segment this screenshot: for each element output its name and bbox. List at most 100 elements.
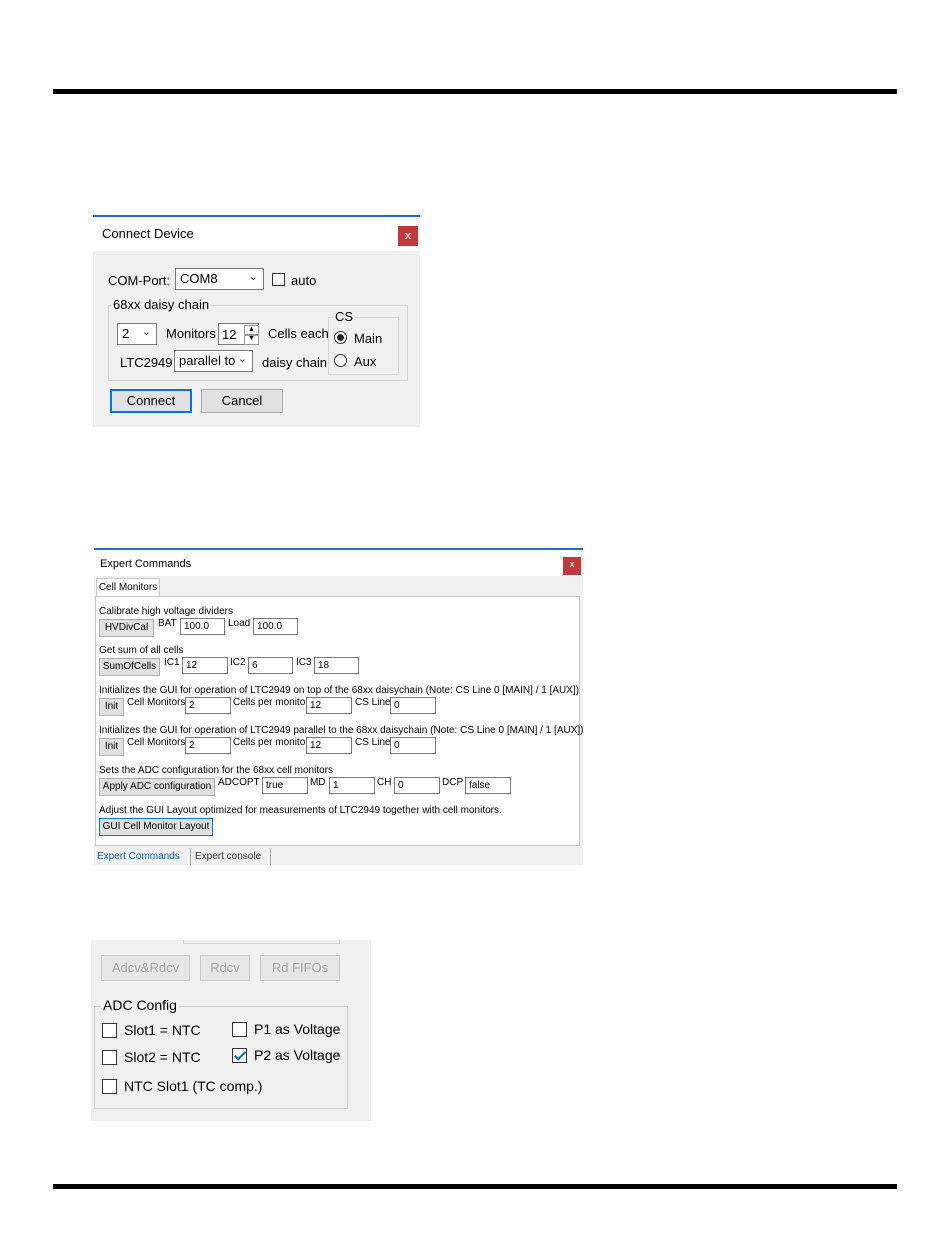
md-label: MD [310,777,326,788]
ch-label: CH [377,777,392,788]
init-parallel-button[interactable]: Init [99,738,124,756]
p1-voltage-checkbox[interactable] [232,1022,247,1037]
auto-checkbox[interactable] [272,273,285,286]
bat-field[interactable]: 100.0 [180,618,225,635]
ltc-label: LTC2949 [120,355,173,370]
cs-main-label: Main [354,331,383,346]
cell-monitors-field[interactable]: 2 [185,737,231,754]
slot2-ntc-checkbox[interactable] [102,1050,117,1065]
init-top-button[interactable]: Init [99,698,124,716]
p2-voltage-label: P2 as Voltage [254,1047,341,1063]
daisy-chain-label: daisy chain [262,355,328,370]
com-port-value: COM8 [180,271,218,286]
ic1-label: IC1 [164,657,180,668]
ntc-slot1-tc-label: NTC Slot1 (TC comp.) [124,1078,263,1094]
adc-panel: Adcv&Rdcv Rdcv Rd FIFOs ADC Config Slot1… [91,940,371,1121]
chevron-down-icon: ⌄ [141,326,151,338]
ltc-mode-value: parallel to [179,353,236,368]
init-parallel-desc: Initializes the GUI for operation of LTC… [99,725,584,736]
monitors-label: Monitors [166,326,216,341]
slot1-ntc-label: Slot1 = NTC [124,1022,201,1038]
cells-value: 12 [222,327,237,342]
dialog-title: Connect Device [102,226,194,241]
p1-voltage-label: P1 as Voltage [254,1021,341,1037]
cs-main-radio[interactable] [334,331,347,344]
slot2-ntc-label: Slot2 = NTC [124,1049,201,1065]
chevron-down-icon: ⌄ [237,353,247,365]
adcv-rdcv-button[interactable]: Adcv&Rdcv [101,955,190,981]
slot1-ntc-checkbox[interactable] [102,1023,117,1038]
cs-aux-radio[interactable] [334,354,347,367]
cancel-button[interactable]: Cancel [201,389,283,413]
cell-monitors-field[interactable]: 2 [185,697,231,714]
cs-aux-label: Aux [354,354,377,369]
cells-per-monitor-field[interactable]: 12 [306,697,352,714]
dcp-field[interactable]: false [465,777,511,794]
com-port-select[interactable]: COM8 ⌄ [175,268,264,290]
cs-line-label: CS Line [355,737,391,748]
bottom-tabs: Expert Commands Expert console [94,848,583,867]
tab-divider [190,849,191,865]
com-port-label: COM-Port: [108,273,171,288]
ntc-slot1-tc-checkbox[interactable] [102,1079,117,1094]
bat-label: BAT [158,618,177,629]
connect-button[interactable]: Connect [110,389,192,413]
close-icon[interactable]: x [563,557,581,575]
hvdivcal-button[interactable]: HVDivCal [99,619,154,637]
monitors-select[interactable]: 2 ⌄ [117,323,157,345]
titlebar: Expert Commands x [94,550,581,576]
adcopt-label: ADCOPT [218,777,260,788]
ic3-label: IC3 [296,657,312,668]
adc-config-label: ADC Config [101,997,179,1013]
gui-cell-monitor-layout-button[interactable]: GUI Cell Monitor Layout [99,818,213,836]
titlebar: Connect Device x [93,217,418,251]
layout-desc: Adjust the GUI Layout optimized for meas… [99,805,502,816]
cells-per-monitor-field[interactable]: 12 [306,737,352,754]
cell-monitors-pane: Calibrate high voltage dividers HVDivCal… [95,596,584,846]
ic2-label: IC2 [230,657,246,668]
adcopt-field[interactable]: true [262,777,308,794]
close-icon[interactable]: x [398,226,418,246]
cs-line-field[interactable]: 0 [390,697,436,714]
connect-device-dialog: Connect Device x COM-Port: COM8 ⌄ auto 6… [93,215,420,427]
expert-commands-dialog: Expert Commands x Cell Monitors Calibrat… [94,548,584,867]
apply-adc-button[interactable]: Apply ADC configuration [99,778,215,796]
cs-group-label: CS [333,309,356,324]
dcp-label: DCP [442,777,464,788]
tab-divider [270,849,271,865]
cell-monitors-label: Cell Monitors [127,697,186,708]
ltc-mode-select[interactable]: parallel to ⌄ [174,350,253,372]
hvdiv-desc: Calibrate high voltage dividers [99,606,233,617]
ic2-field[interactable]: 6 [248,657,293,674]
rdcv-button[interactable]: Rdcv [200,955,250,981]
init-top-desc: Initializes the GUI for operation of LTC… [99,685,580,696]
cells-each-label: Cells each [268,326,329,341]
tab-cell-monitors[interactable]: Cell Monitors [96,578,160,597]
dialog-title: Expert Commands [100,558,192,570]
spin-down-icon[interactable]: ▼ [244,334,259,345]
sum-desc: Get sum of all cells [99,645,184,656]
tab-expert-commands[interactable]: Expert Commands [97,848,180,865]
cell-monitors-label: Cell Monitors [127,737,186,748]
p2-voltage-checkbox[interactable] [232,1048,247,1063]
tab-expert-console[interactable]: Expert console [195,848,261,865]
cells-per-monitor-label: Cells per monitor [233,697,309,708]
sumofcells-button[interactable]: SumOfCells [99,658,160,676]
top-rule [53,89,897,94]
bottom-rule [53,1184,897,1189]
cs-line-field[interactable]: 0 [390,737,436,754]
auto-label: auto [291,273,317,288]
ch-field[interactable]: 0 [394,777,440,794]
load-field[interactable]: 100.0 [253,618,298,635]
chevron-down-icon: ⌄ [248,271,258,283]
load-label: Load [228,618,251,629]
ic3-field[interactable]: 18 [314,657,359,674]
md-field[interactable]: 1 [329,777,375,794]
rd-fifos-button[interactable]: Rd FIFOs [260,955,340,981]
monitors-value: 2 [122,326,130,341]
cs-line-label: CS Line [355,697,391,708]
cells-stepper[interactable]: 12 ▲ ▼ [218,323,259,345]
ic1-field[interactable]: 12 [182,657,228,674]
upper-group-edge [183,940,340,944]
adc-desc: Sets the ADC configuration for the 68xx … [99,765,334,776]
